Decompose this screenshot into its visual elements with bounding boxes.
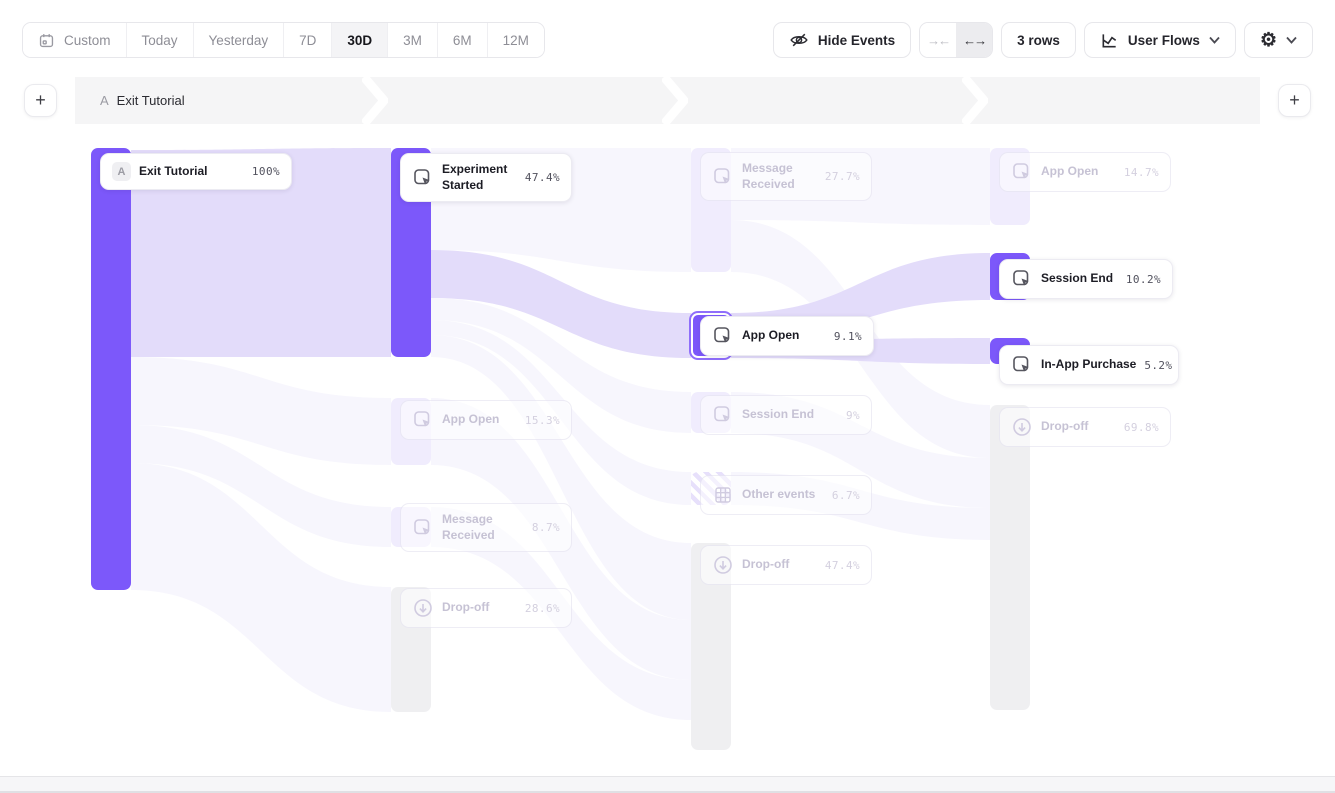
event-icon bbox=[412, 409, 434, 431]
flow-node-label: Message Received bbox=[742, 161, 817, 192]
flow-node-card-other-events[interactable]: Other events 6.7% bbox=[700, 475, 872, 515]
flow-node-label: Experiment Started bbox=[442, 162, 517, 193]
flow-node-card-session-end[interactable]: Session End 10.2% bbox=[999, 259, 1173, 299]
flow-node-label: In-App Purchase bbox=[1041, 357, 1136, 373]
drop-off-icon bbox=[1011, 416, 1033, 438]
calendar-icon bbox=[38, 32, 55, 49]
flow-node-label: App Open bbox=[1041, 164, 1098, 180]
line-chart-icon bbox=[1100, 31, 1119, 50]
collapse-columns-button[interactable]: →← bbox=[920, 23, 956, 57]
rows-button[interactable]: 3 rows bbox=[1001, 22, 1076, 58]
date-preset-custom[interactable]: Custom bbox=[23, 23, 127, 57]
column-width-toggle: →← ←→ bbox=[919, 22, 993, 58]
toolbar-right: Hide Events →← ←→ 3 rows User Flo bbox=[773, 22, 1313, 58]
flow-node-pct: 8.7% bbox=[532, 521, 560, 534]
flow-node-pct: 9% bbox=[846, 409, 860, 422]
flow-node-card-exit-tutorial[interactable]: A Exit Tutorial 100% bbox=[100, 153, 292, 190]
flow-node-label: Message Received bbox=[442, 512, 524, 543]
arrows-expand-icon: ←→ bbox=[963, 33, 985, 48]
flow-node-card-drop-off[interactable]: Drop-off 69.8% bbox=[999, 407, 1171, 447]
flow-node-card-app-open[interactable]: App Open 14.7% bbox=[999, 152, 1171, 192]
add-step-after-button[interactable]: + bbox=[1278, 84, 1311, 117]
flow-node-pct: 28.6% bbox=[525, 602, 560, 615]
flow-node-pct: 15.3% bbox=[525, 414, 560, 427]
flow-node-card-drop-off[interactable]: Drop-off 47.4% bbox=[700, 545, 872, 585]
date-preset-yesterday[interactable]: Yesterday bbox=[194, 23, 285, 57]
band-chevron-icon bbox=[362, 77, 388, 124]
user-flows-app: A Exit Tutorial 100% Experiment Started 47.4… bbox=[0, 0, 1335, 793]
drop-off-icon bbox=[412, 597, 434, 619]
date-preset-30d[interactable]: 30D bbox=[332, 23, 388, 57]
flow-node-card-experiment-started[interactable]: Experiment Started 47.4% bbox=[400, 153, 572, 202]
flow-node-label: Session End bbox=[742, 407, 814, 423]
flow-node-pct: 10.2% bbox=[1126, 273, 1161, 286]
add-step-before-button[interactable]: + bbox=[24, 84, 57, 117]
event-icon bbox=[712, 325, 734, 347]
band-chevron-icon bbox=[662, 77, 688, 124]
step-letter: A bbox=[100, 93, 109, 108]
flow-node-card-message-received[interactable]: Message Received 8.7% bbox=[400, 503, 572, 552]
settings-dropdown[interactable]: ⚙ bbox=[1244, 22, 1313, 58]
other-events-icon bbox=[712, 484, 734, 506]
event-icon bbox=[712, 404, 734, 426]
arrows-collapse-icon: →← bbox=[927, 33, 949, 48]
expand-columns-button[interactable]: ←→ bbox=[956, 23, 992, 57]
event-icon bbox=[412, 517, 434, 539]
flow-node-pct: 69.8% bbox=[1124, 421, 1159, 434]
date-preset-today[interactable]: Today bbox=[127, 23, 194, 57]
band-chevron-icon bbox=[962, 77, 988, 124]
date-preset-6m[interactable]: 6M bbox=[438, 23, 488, 57]
flow-node-card-app-open[interactable]: App Open 15.3% bbox=[400, 400, 572, 440]
hide-events-button[interactable]: Hide Events bbox=[773, 22, 911, 58]
date-preset-3m[interactable]: 3M bbox=[388, 23, 438, 57]
flow-node-pct: 100% bbox=[252, 165, 280, 178]
flow-node-pct: 14.7% bbox=[1124, 166, 1159, 179]
chevron-down-icon bbox=[1209, 36, 1220, 44]
event-icon bbox=[1011, 268, 1033, 290]
bottom-scroll-strip[interactable] bbox=[0, 776, 1335, 793]
eye-off-icon bbox=[789, 30, 809, 50]
event-icon bbox=[412, 167, 434, 189]
event-icon bbox=[1011, 161, 1033, 183]
drop-off-icon bbox=[712, 554, 734, 576]
flow-node-bar-exit-tutorial[interactable] bbox=[91, 148, 131, 590]
flow-node-pct: 47.4% bbox=[525, 171, 560, 184]
flow-node-pct: 5.2% bbox=[1144, 359, 1172, 372]
flow-node-card-drop-off[interactable]: Drop-off 28.6% bbox=[400, 588, 572, 628]
step-title: Exit Tutorial bbox=[117, 93, 185, 108]
flow-node-pct: 6.7% bbox=[832, 489, 860, 502]
flow-node-card-message-received[interactable]: Message Received 27.7% bbox=[700, 152, 872, 201]
event-icon bbox=[1011, 354, 1033, 376]
date-preset-label: Custom bbox=[64, 33, 111, 48]
step-header-band: A Exit Tutorial bbox=[75, 77, 1260, 124]
step-badge: A bbox=[112, 162, 131, 181]
toolbar: Custom Today Yesterday 7D 30D 3M 6M 12M … bbox=[22, 22, 1313, 58]
view-selector-label: User Flows bbox=[1128, 33, 1200, 48]
flow-node-card-app-open[interactable]: App Open 9.1% bbox=[700, 316, 874, 356]
flow-node-pct: 47.4% bbox=[825, 559, 860, 572]
flow-node-card-in-app-purchase[interactable]: In-App Purchase 5.2% bbox=[999, 345, 1179, 385]
flow-node-label: Exit Tutorial bbox=[139, 164, 207, 180]
flow-node-card-session-end[interactable]: Session End 9% bbox=[700, 395, 872, 435]
gear-icon: ⚙ bbox=[1260, 31, 1277, 50]
date-preset-12m[interactable]: 12M bbox=[488, 23, 544, 57]
flow-node-pct: 27.7% bbox=[825, 170, 860, 183]
flow-node-label: App Open bbox=[742, 328, 799, 344]
step-header-label: A Exit Tutorial bbox=[100, 77, 185, 124]
flow-node-bar-drop-off[interactable] bbox=[990, 405, 1030, 710]
flow-node-label: Drop-off bbox=[742, 557, 789, 573]
flow-node-label: Session End bbox=[1041, 271, 1113, 287]
flow-node-pct: 9.1% bbox=[834, 330, 862, 343]
flow-node-label: Drop-off bbox=[442, 600, 489, 616]
date-preset-7d[interactable]: 7D bbox=[284, 23, 332, 57]
flow-node-label: Other events bbox=[742, 487, 815, 503]
view-selector-dropdown[interactable]: User Flows bbox=[1084, 22, 1236, 58]
hide-events-label: Hide Events bbox=[818, 33, 895, 48]
event-icon bbox=[712, 166, 734, 188]
flow-node-label: App Open bbox=[442, 412, 499, 428]
flow-node-label: Drop-off bbox=[1041, 419, 1088, 435]
date-range-selector: Custom Today Yesterday 7D 30D 3M 6M 12M bbox=[22, 22, 545, 58]
chevron-down-icon bbox=[1286, 36, 1297, 44]
